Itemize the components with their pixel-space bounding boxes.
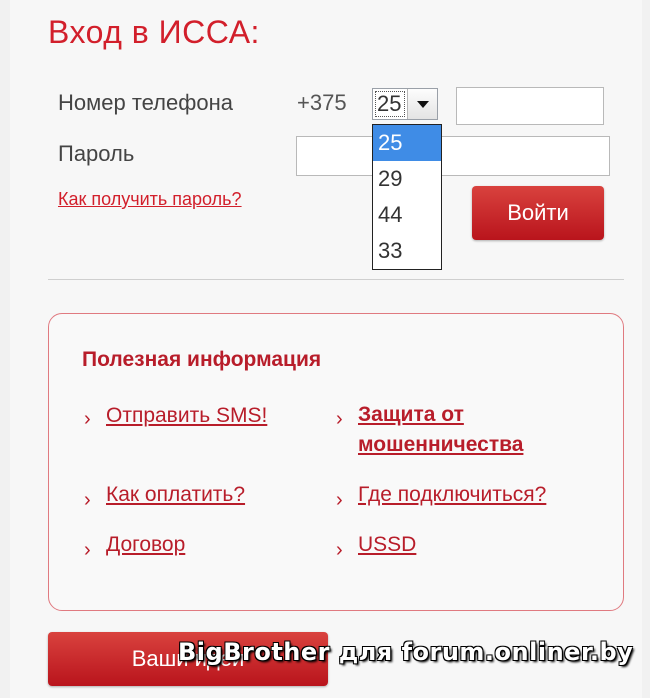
chevron-right-icon: ›: [84, 489, 91, 511]
contract-link[interactable]: Договор: [106, 533, 185, 557]
login-title: Вход в ИССА:: [48, 14, 260, 50]
phone-label: Номер телефона: [58, 90, 233, 115]
operator-option[interactable]: 25: [373, 125, 441, 161]
chevron-right-icon: ›: [336, 408, 343, 430]
country-code: +375: [297, 90, 347, 115]
operator-code-select[interactable]: 25: [372, 88, 438, 120]
operator-code-value: 25: [375, 91, 405, 117]
chevron-right-icon: ›: [84, 408, 91, 430]
ussd-link[interactable]: USSD: [358, 533, 416, 557]
fraud-link-line-1: Защита от: [358, 403, 464, 426]
fraud-link-line-2: мошенничества: [358, 433, 524, 456]
password-input[interactable]: [296, 136, 610, 176]
login-button[interactable]: Войти: [472, 186, 604, 240]
forgot-password-link[interactable]: Как получить пароль?: [58, 189, 242, 210]
info-title: Полезная информация: [82, 348, 322, 371]
operator-option[interactable]: 29: [373, 161, 441, 197]
chevron-right-icon: ›: [336, 489, 343, 511]
chevron-down-icon[interactable]: [407, 89, 437, 119]
fraud-protection-link[interactable]: Защита от мошенничества: [358, 400, 558, 460]
operator-option[interactable]: 44: [373, 197, 441, 233]
password-label: Пароль: [58, 141, 135, 166]
send-sms-link[interactable]: Отправить SMS!: [106, 404, 267, 428]
divider: [48, 279, 624, 280]
phone-number-input[interactable]: [456, 87, 604, 125]
how-to-pay-link[interactable]: Как оплатить?: [106, 483, 245, 507]
operator-code-dropdown[interactable]: 25 29 44 33: [372, 124, 442, 270]
chevron-right-icon: ›: [336, 539, 343, 561]
where-to-connect-link[interactable]: Где подключиться?: [358, 483, 546, 507]
watermark: BigBrother для forum.onliner.by: [178, 638, 634, 666]
chevron-right-icon: ›: [84, 539, 91, 561]
operator-option[interactable]: 33: [373, 233, 441, 269]
